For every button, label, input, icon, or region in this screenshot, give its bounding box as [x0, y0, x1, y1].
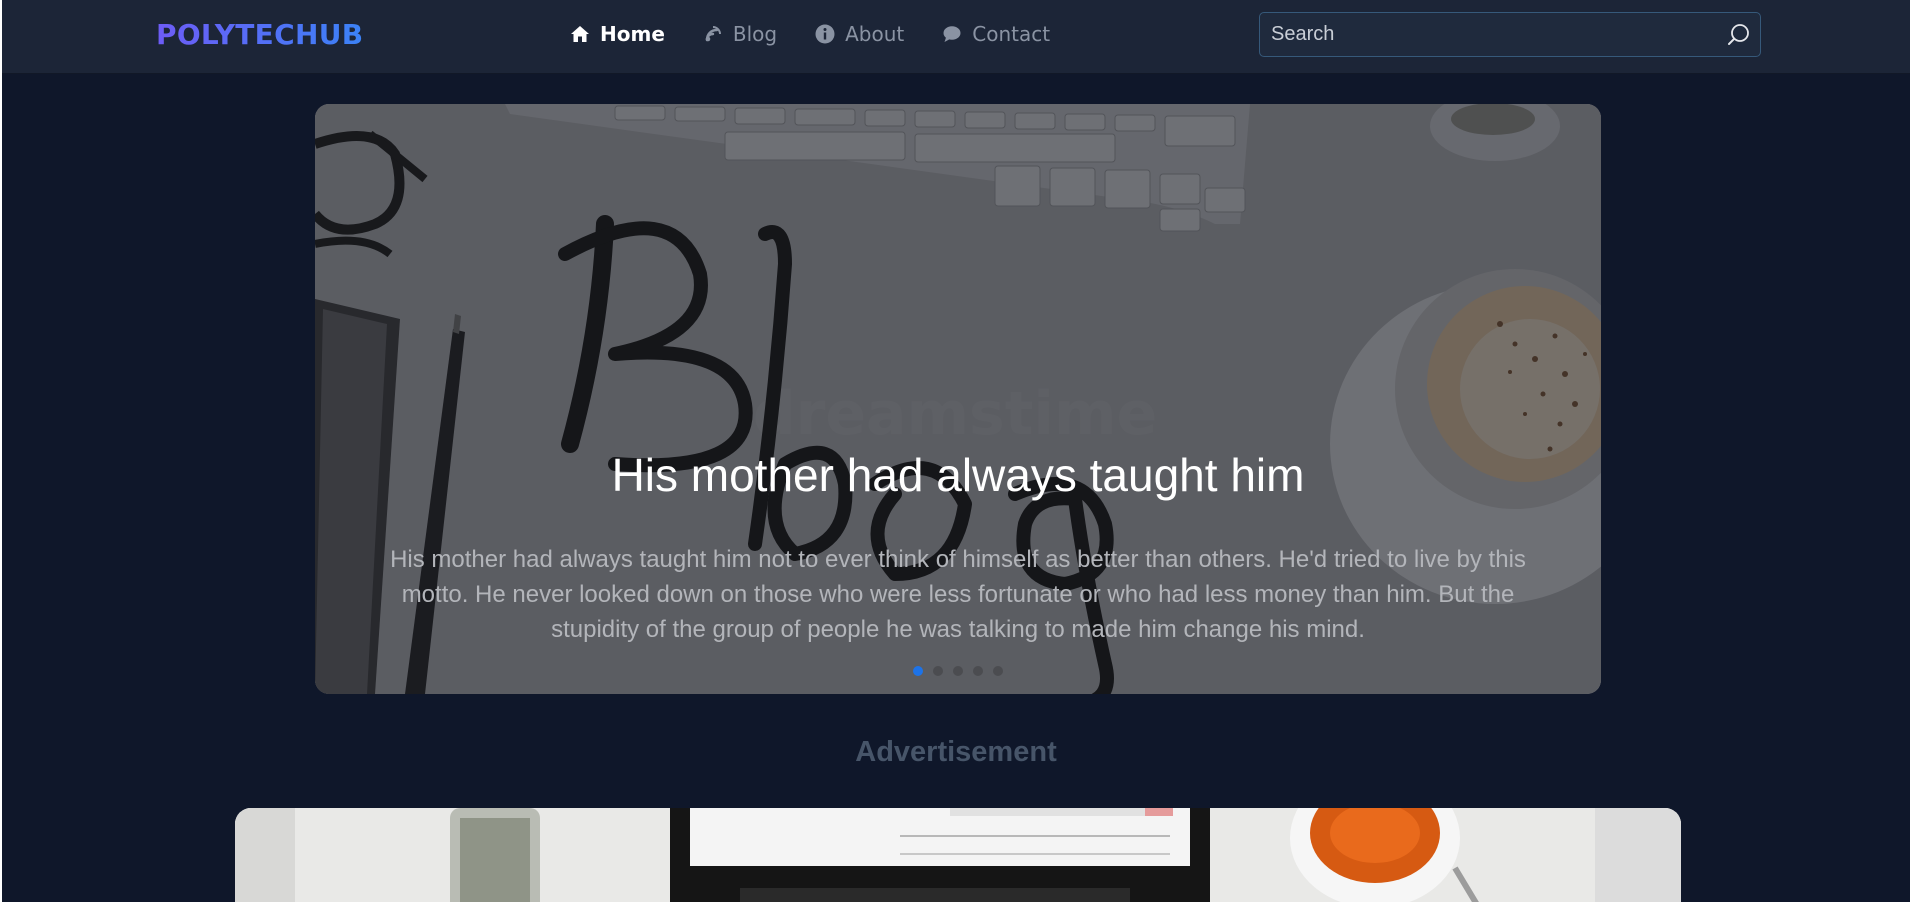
indicator-5[interactable]	[993, 666, 1003, 676]
nav-item-home-label: Home	[600, 22, 665, 46]
advertisement-image[interactable]	[235, 808, 1681, 902]
nav-item-blog[interactable]: Blog	[703, 22, 777, 46]
indicator-1[interactable]	[913, 666, 923, 676]
search-input[interactable]	[1260, 13, 1710, 56]
nav-item-blog-label: Blog	[732, 22, 778, 46]
nav-item-home[interactable]: Home	[570, 22, 665, 46]
carousel-indicators	[913, 666, 1003, 676]
advertisement-heading: Advertisement	[855, 736, 1057, 768]
brand-logo[interactable]: POLYTECHUB	[156, 18, 363, 51]
navbar: POLYTECHUB Home Blog About Contact Searc…	[2, 0, 1910, 74]
indicator-3[interactable]	[953, 666, 963, 676]
hero-carousel[interactable]: dreamstime His mother had always taught …	[315, 104, 1601, 694]
page-frame: POLYTECHUB Home Blog About Contact Searc…	[2, 0, 1910, 902]
home-icon	[570, 24, 590, 44]
nav-item-about-label: About	[845, 22, 905, 46]
nav-item-contact[interactable]: Contact	[942, 22, 1050, 46]
nav-item-about[interactable]: About	[815, 22, 904, 46]
chat-icon	[942, 24, 962, 44]
nav-item-contact-label: Contact	[972, 22, 1051, 46]
blog-icon	[703, 24, 723, 44]
indicator-4[interactable]	[973, 666, 983, 676]
slide-text: His mother had always taught him not to …	[390, 546, 1526, 643]
ad-photo	[235, 808, 1681, 902]
info-icon	[815, 24, 835, 44]
nav-links: Home Blog About Contact	[570, 22, 1050, 46]
search-box	[1259, 12, 1761, 57]
search-icon[interactable]	[1726, 22, 1752, 48]
indicator-2[interactable]	[933, 666, 943, 676]
slide-title: His mother had always taught him	[611, 449, 1305, 501]
